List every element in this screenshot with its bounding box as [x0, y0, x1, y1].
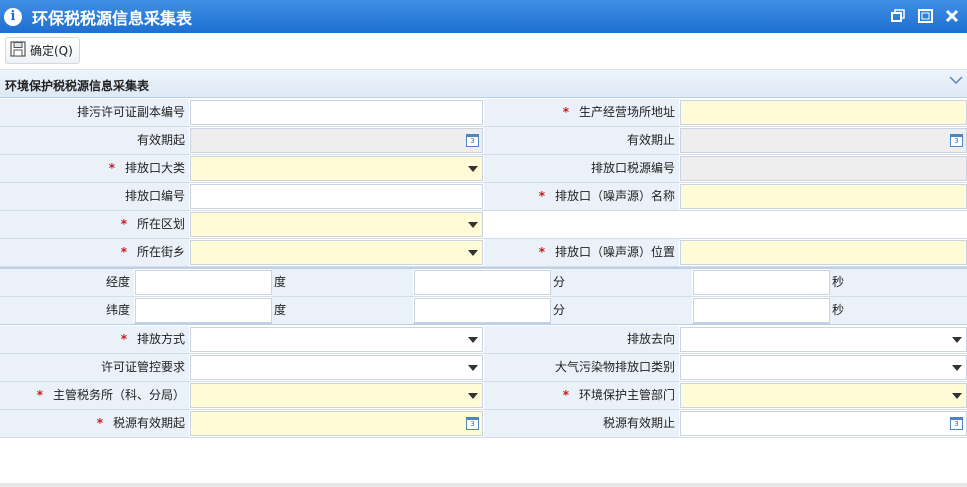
permit-control-select[interactable]	[190, 355, 483, 380]
air-outlet-type-label: 大气污染物排放口类别	[484, 354, 679, 381]
district-select[interactable]	[190, 212, 483, 237]
discharge-destination-select[interactable]	[680, 327, 967, 352]
chevron-down-icon[interactable]	[949, 74, 963, 88]
form-row: * 所在区划	[0, 211, 967, 239]
dropdown-arrow-icon[interactable]	[468, 166, 478, 172]
maximize-icon[interactable]	[916, 7, 934, 25]
form-row: 排放口编号 * 排放口（噪声源）名称	[0, 183, 967, 211]
second-unit: 秒	[830, 269, 967, 296]
discharge-method-select[interactable]	[190, 327, 483, 352]
second-unit: 秒	[830, 297, 967, 324]
business-address-label: * 生产经营场所地址	[484, 99, 679, 126]
longitude-second-input[interactable]	[693, 270, 830, 295]
source-valid-from-date-field[interactable]: 3	[190, 411, 483, 436]
dropdown-arrow-icon[interactable]	[952, 337, 962, 343]
valid-from-date-field[interactable]: 3	[190, 128, 483, 153]
longitude-minute-input[interactable]	[414, 270, 551, 295]
form-row: * 主管税务所（科、分局） * 环境保护主管部门	[0, 382, 967, 410]
outlet-no-input[interactable]	[190, 184, 483, 209]
calendar-icon[interactable]: 3	[950, 134, 963, 147]
dropdown-arrow-icon[interactable]	[468, 250, 478, 256]
restore-icon[interactable]	[889, 7, 907, 25]
dropdown-arrow-icon[interactable]	[952, 365, 962, 371]
street-label: * 所在街乡	[0, 239, 189, 266]
valid-from-label: 有效期起	[0, 127, 189, 154]
outlet-tax-source-no-label: 排放口税源编号	[484, 155, 679, 182]
permit-copy-no-input[interactable]	[190, 100, 483, 125]
form-row: * 税源有效期起 3 税源有效期止 3	[0, 410, 967, 438]
permit-copy-no-label: 排污许可证副本编号	[0, 99, 189, 126]
outlet-tax-source-no-input	[680, 156, 967, 181]
permit-control-label: 许可证管控要求	[0, 354, 189, 381]
latitude-degree-input[interactable]	[135, 298, 272, 323]
form-row: * 所在街乡 * 排放口（噪声源）位置	[0, 239, 967, 267]
form-row: * 排放方式 排放去向	[0, 326, 967, 354]
confirm-button-label: 确定(Q)	[30, 44, 73, 58]
section-header[interactable]: 环境保护税税源信息采集表	[0, 70, 967, 98]
window-controls	[889, 7, 961, 25]
degree-unit: 度	[272, 269, 413, 296]
outlet-name-input[interactable]	[680, 184, 967, 209]
save-icon	[10, 41, 26, 60]
degree-unit: 度	[272, 297, 413, 324]
outlet-category-select[interactable]	[190, 156, 483, 181]
discharge-destination-label: 排放去向	[484, 326, 679, 353]
dropdown-arrow-icon[interactable]	[468, 365, 478, 371]
dropdown-arrow-icon[interactable]	[468, 337, 478, 343]
form-row: 有效期起 3 有效期止 3	[0, 127, 967, 155]
form-grid-bottom: * 排放方式 排放去向 许可证管控要求 大气污染物排放口类别 * 主管税务所（科、分…	[0, 326, 967, 438]
longitude-degree-input[interactable]	[135, 270, 272, 295]
air-outlet-type-select[interactable]	[680, 355, 967, 380]
outlet-location-label: * 排放口（噪声源）位置	[484, 239, 679, 266]
env-dept-select[interactable]	[680, 383, 967, 408]
latitude-minute-input[interactable]	[414, 298, 551, 323]
latitude-second-input[interactable]	[693, 298, 830, 323]
form-grid-top: 排污许可证副本编号 * 生产经营场所地址 有效期起 3 有效期止 3 * 排放口大类…	[0, 99, 967, 267]
source-valid-from-label: * 税源有效期起	[0, 410, 189, 437]
section-title: 环境保护税税源信息采集表	[5, 79, 150, 93]
form-row: 排污许可证副本编号 * 生产经营场所地址	[0, 99, 967, 127]
window-title: 环保税税源信息采集表	[32, 8, 193, 28]
tax-office-select[interactable]	[190, 383, 483, 408]
outlet-no-label: 排放口编号	[0, 183, 189, 210]
longitude-row: 经度 度 分 秒	[0, 269, 967, 297]
info-icon: i	[4, 7, 22, 26]
minute-unit: 分	[551, 269, 692, 296]
outlet-category-label: * 排放口大类	[0, 155, 189, 182]
calendar-icon[interactable]: 3	[466, 417, 479, 430]
env-dept-label: * 环境保护主管部门	[484, 382, 679, 409]
calendar-icon[interactable]: 3	[466, 134, 479, 147]
bottom-border	[0, 483, 967, 487]
outlet-name-label: * 排放口（噪声源）名称	[484, 183, 679, 210]
calendar-icon[interactable]: 3	[950, 417, 963, 430]
discharge-method-label: * 排放方式	[0, 326, 189, 353]
longitude-label: 经度	[0, 269, 134, 296]
tax-office-label: * 主管税务所（科、分局）	[0, 382, 189, 409]
confirm-button[interactable]: 确定(Q)	[5, 37, 80, 64]
title-bar: i 环保税税源信息采集表	[0, 0, 967, 33]
dropdown-arrow-icon[interactable]	[468, 222, 478, 228]
valid-to-label: 有效期止	[484, 127, 679, 154]
empty-cell	[484, 212, 967, 237]
dropdown-arrow-icon[interactable]	[952, 393, 962, 399]
form-row: 许可证管控要求 大气污染物排放口类别	[0, 354, 967, 382]
source-valid-to-label: 税源有效期止	[484, 410, 679, 437]
latitude-row: 纬度 度 分 秒	[0, 297, 967, 325]
form-row: * 排放口大类 排放口税源编号	[0, 155, 967, 183]
dropdown-arrow-icon[interactable]	[468, 393, 478, 399]
street-select[interactable]	[190, 240, 483, 265]
valid-to-date-field[interactable]: 3	[680, 128, 967, 153]
minute-unit: 分	[551, 297, 692, 324]
latitude-label: 纬度	[0, 297, 134, 324]
business-address-input[interactable]	[680, 100, 967, 125]
toolbar: 确定(Q)	[0, 33, 967, 70]
close-icon[interactable]	[943, 7, 961, 25]
coordinates-block: 经度 度 分 秒 纬度 度 分 秒	[0, 267, 967, 325]
outlet-location-input[interactable]	[680, 240, 967, 265]
district-label: * 所在区划	[0, 211, 189, 238]
source-valid-to-date-field[interactable]: 3	[680, 411, 967, 436]
